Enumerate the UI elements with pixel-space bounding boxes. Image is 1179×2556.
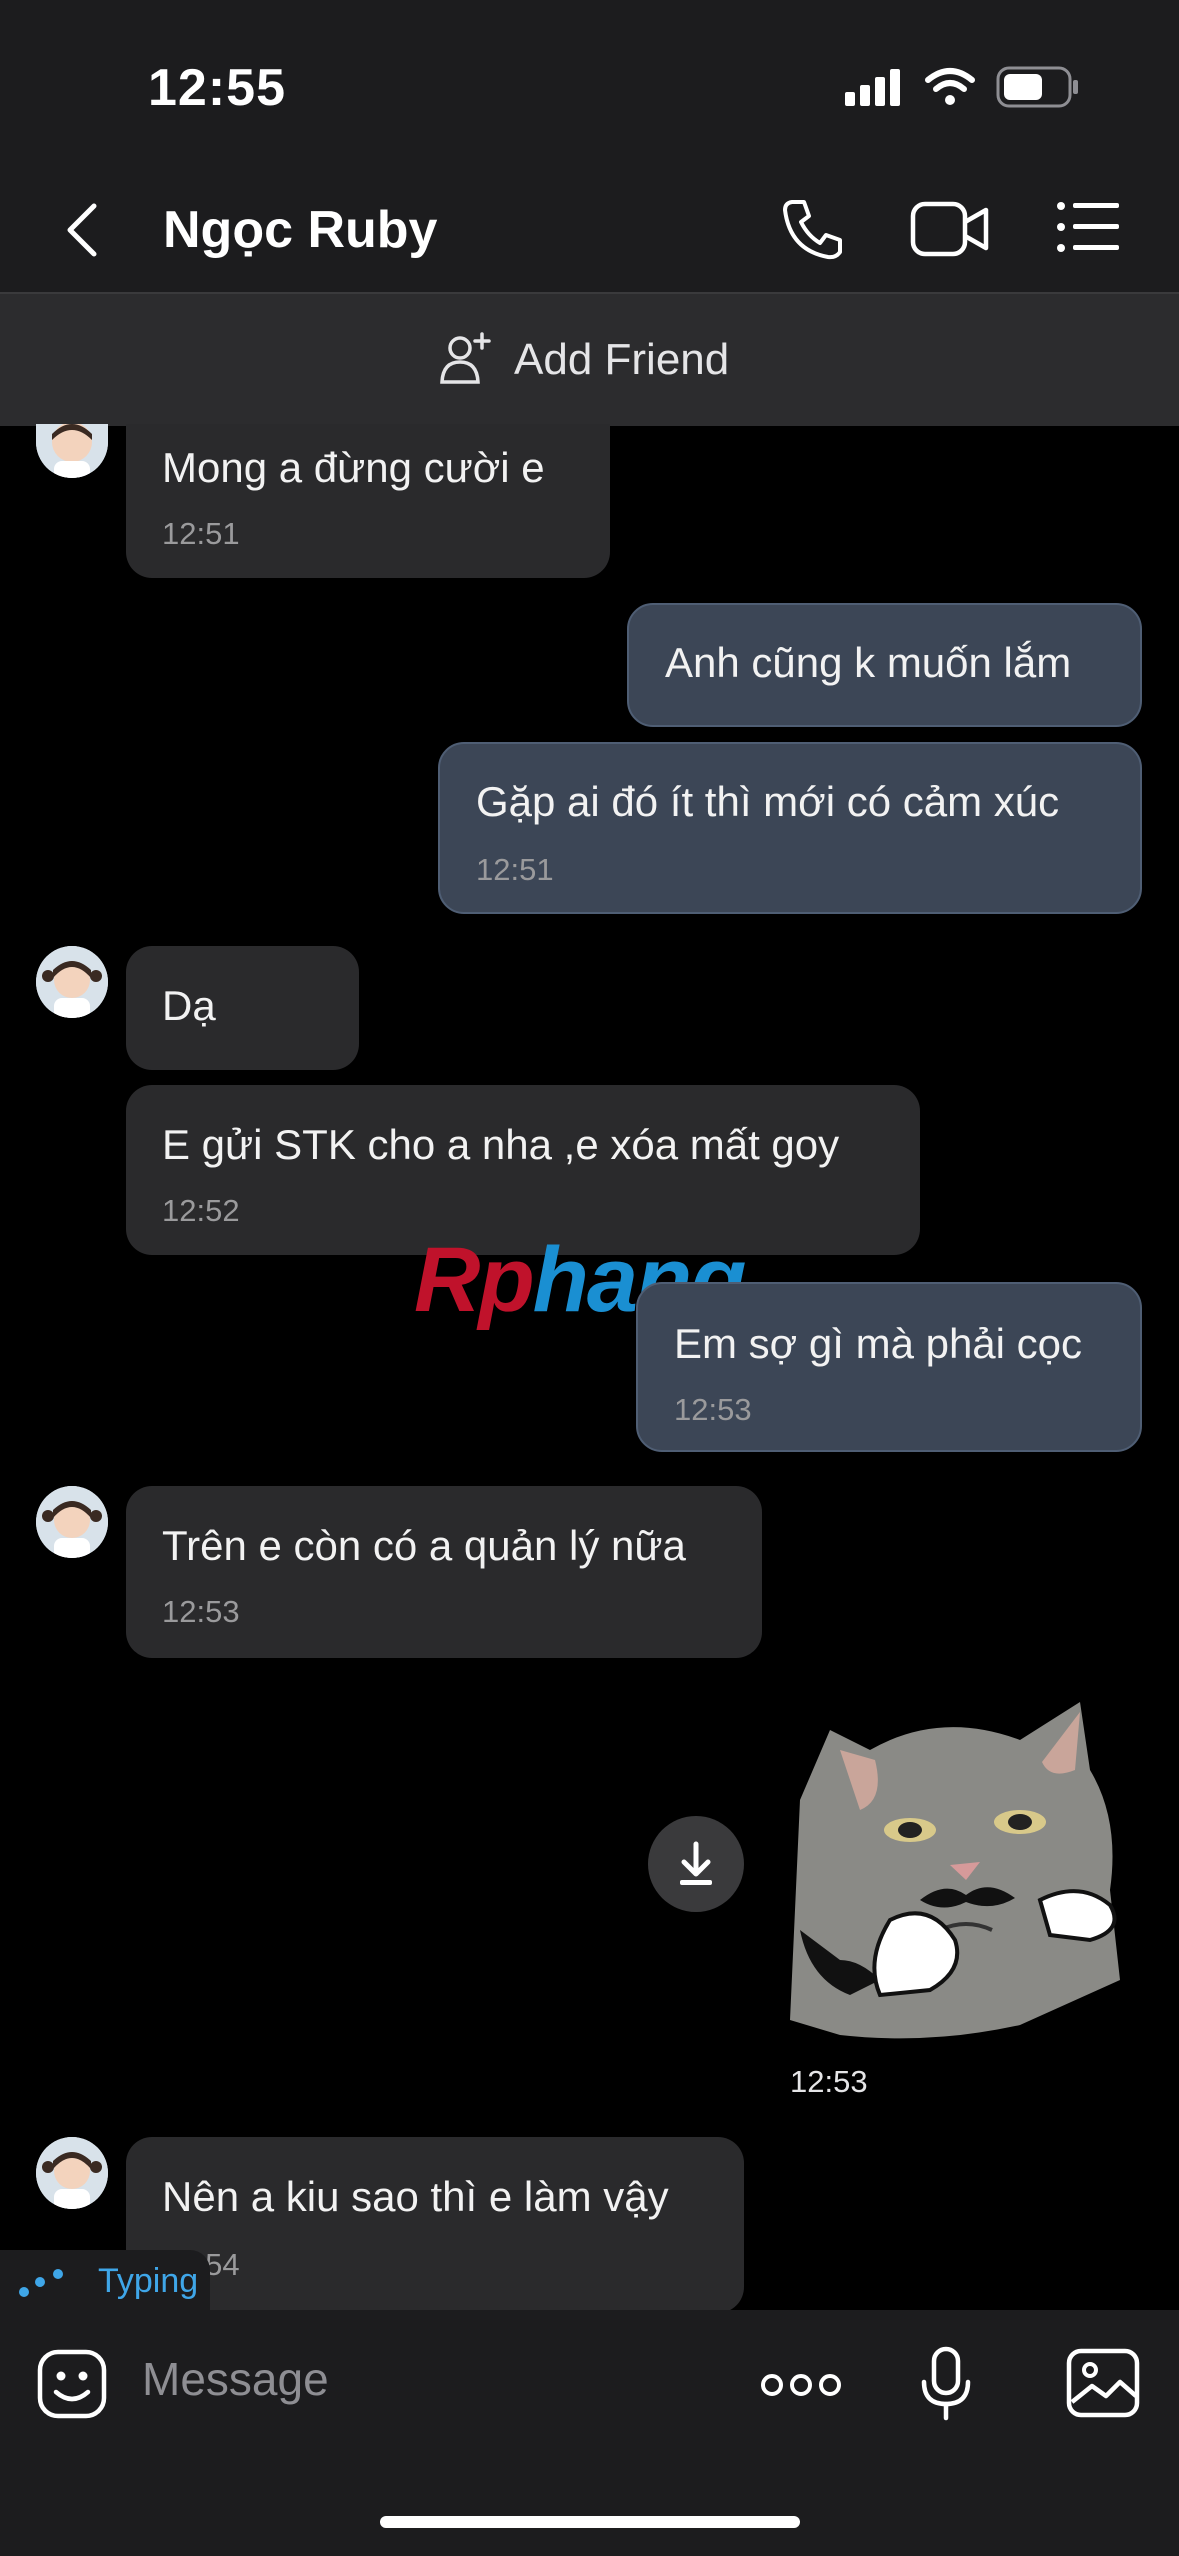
download-button[interactable] — [648, 1816, 744, 1912]
message-bubble-incoming[interactable]: Trên e còn có a quản lý nữa 12:53 — [126, 1486, 762, 1658]
message-bubble-outgoing[interactable]: Em sợ gì mà phải cọc 12:53 — [636, 1282, 1142, 1452]
message-text: Em sợ gì mà phải cọc — [674, 1320, 1083, 1367]
message-time: 12:53 — [674, 1392, 752, 1427]
message-text: Mong a đừng cười e — [162, 444, 545, 491]
message-time: 12:51 — [476, 852, 554, 887]
more-options-icon[interactable] — [760, 2370, 842, 2400]
typing-label: Typing — [98, 2262, 199, 2300]
message-input[interactable]: Message — [142, 2352, 329, 2406]
message-time: 12:52 — [162, 1193, 240, 1228]
contact-avatar[interactable] — [36, 424, 108, 478]
contact-avatar[interactable] — [36, 946, 108, 1018]
contact-name[interactable]: Ngọc Ruby — [163, 200, 437, 260]
message-bubble-outgoing[interactable]: Gặp ai đó ít thì mới có cảm xúc 12:51 — [438, 742, 1142, 914]
cat-sticker[interactable] — [780, 1690, 1150, 2050]
contact-avatar[interactable] — [36, 1486, 108, 1558]
microphone-icon[interactable] — [918, 2346, 974, 2422]
message-text: E gửi STK cho a nha ,e xóa mất goy — [162, 1121, 840, 1168]
message-text: Dạ — [162, 982, 216, 1029]
message-text: Gặp ai đó ít thì mới có cảm xúc — [476, 778, 1060, 825]
download-icon — [680, 1841, 712, 1885]
signal-icon — [845, 68, 905, 108]
video-call-icon[interactable] — [910, 198, 990, 260]
message-bubble-incoming[interactable]: Mong a đừng cười e 12:51 — [126, 424, 610, 578]
typing-dots-icon — [18, 2266, 70, 2300]
message-bubble-outgoing[interactable]: Anh cũng k muốn lắm — [627, 603, 1142, 727]
add-friend-label[interactable]: Add Friend — [514, 335, 729, 385]
back-icon[interactable] — [62, 200, 102, 260]
sticker-time: 12:53 — [790, 2064, 868, 2099]
message-bubble-incoming[interactable]: Nên a kiu sao thì e làm vậy 12:54 — [126, 2137, 744, 2313]
message-text: Nên a kiu sao thì e làm vậy — [162, 2173, 669, 2220]
message-text: Anh cũng k muốn lắm — [665, 639, 1072, 686]
message-text: Trên e còn có a quản lý nữa — [162, 1522, 686, 1569]
home-indicator[interactable] — [380, 2516, 800, 2528]
status-time: 12:55 — [148, 59, 286, 117]
phone-call-icon[interactable] — [778, 194, 848, 264]
contact-avatar[interactable] — [36, 2137, 108, 2209]
image-gallery-icon[interactable] — [1066, 2348, 1140, 2418]
menu-list-icon[interactable] — [1056, 200, 1122, 254]
message-time: 12:53 — [162, 1594, 240, 1629]
message-bubble-incoming[interactable]: Dạ — [126, 946, 359, 1070]
battery-icon — [996, 66, 1080, 108]
emoji-icon[interactable] — [36, 2348, 108, 2420]
add-friend-icon — [438, 330, 496, 386]
message-time: 12:51 — [162, 516, 240, 551]
wifi-icon — [925, 66, 975, 108]
